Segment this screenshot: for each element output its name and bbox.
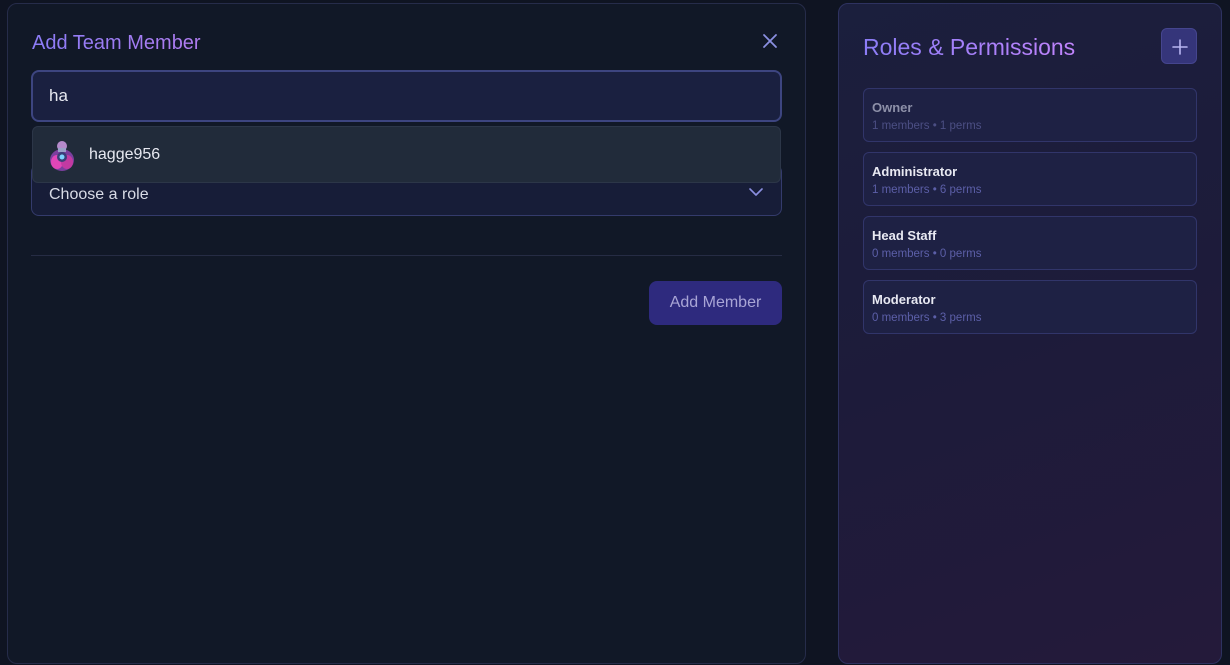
- avatar: [50, 141, 74, 171]
- role-card-administrator[interactable]: Administrator 1 members • 6 perms: [863, 152, 1197, 206]
- role-name: Moderator: [872, 292, 936, 307]
- role-card-moderator[interactable]: Moderator 0 members • 3 perms: [863, 280, 1197, 334]
- role-name: Owner: [872, 100, 913, 115]
- role-card-owner[interactable]: Owner 1 members • 1 perms: [863, 88, 1197, 142]
- user-suggestion-item[interactable]: hagge956: [32, 126, 781, 183]
- role-select-label: Choose a role: [49, 186, 149, 203]
- role-meta: 1 members • 6 perms: [872, 184, 982, 196]
- role-name: Administrator: [872, 164, 958, 179]
- role-card-head-staff[interactable]: Head Staff 0 members • 0 perms: [863, 216, 1197, 270]
- role-meta: 0 members • 0 perms: [872, 248, 982, 260]
- add-role-button[interactable]: [1161, 28, 1197, 64]
- role-name: Head Staff: [872, 228, 937, 243]
- add-member-button[interactable]: Add Member: [649, 281, 782, 325]
- close-button[interactable]: [761, 32, 779, 50]
- member-search-input[interactable]: [31, 70, 782, 122]
- chevron-down-icon: [749, 188, 763, 196]
- panel-title: Add Team Member: [32, 32, 201, 54]
- plus-icon: [1172, 39, 1188, 55]
- suggestion-username: hagge956: [89, 146, 161, 163]
- role-meta: 1 members • 1 perms: [872, 120, 982, 132]
- app-root: Add Team Member Choose a role h: [0, 0, 1230, 665]
- role-meta: 0 members • 3 perms: [872, 312, 982, 324]
- roles-permissions-panel: Roles & Permissions Owner 1 members • 1 …: [838, 3, 1222, 664]
- close-icon: [763, 34, 777, 48]
- add-team-member-panel: Add Team Member Choose a role h: [7, 3, 806, 664]
- divider: [31, 255, 782, 256]
- roles-title: Roles & Permissions: [863, 34, 1076, 60]
